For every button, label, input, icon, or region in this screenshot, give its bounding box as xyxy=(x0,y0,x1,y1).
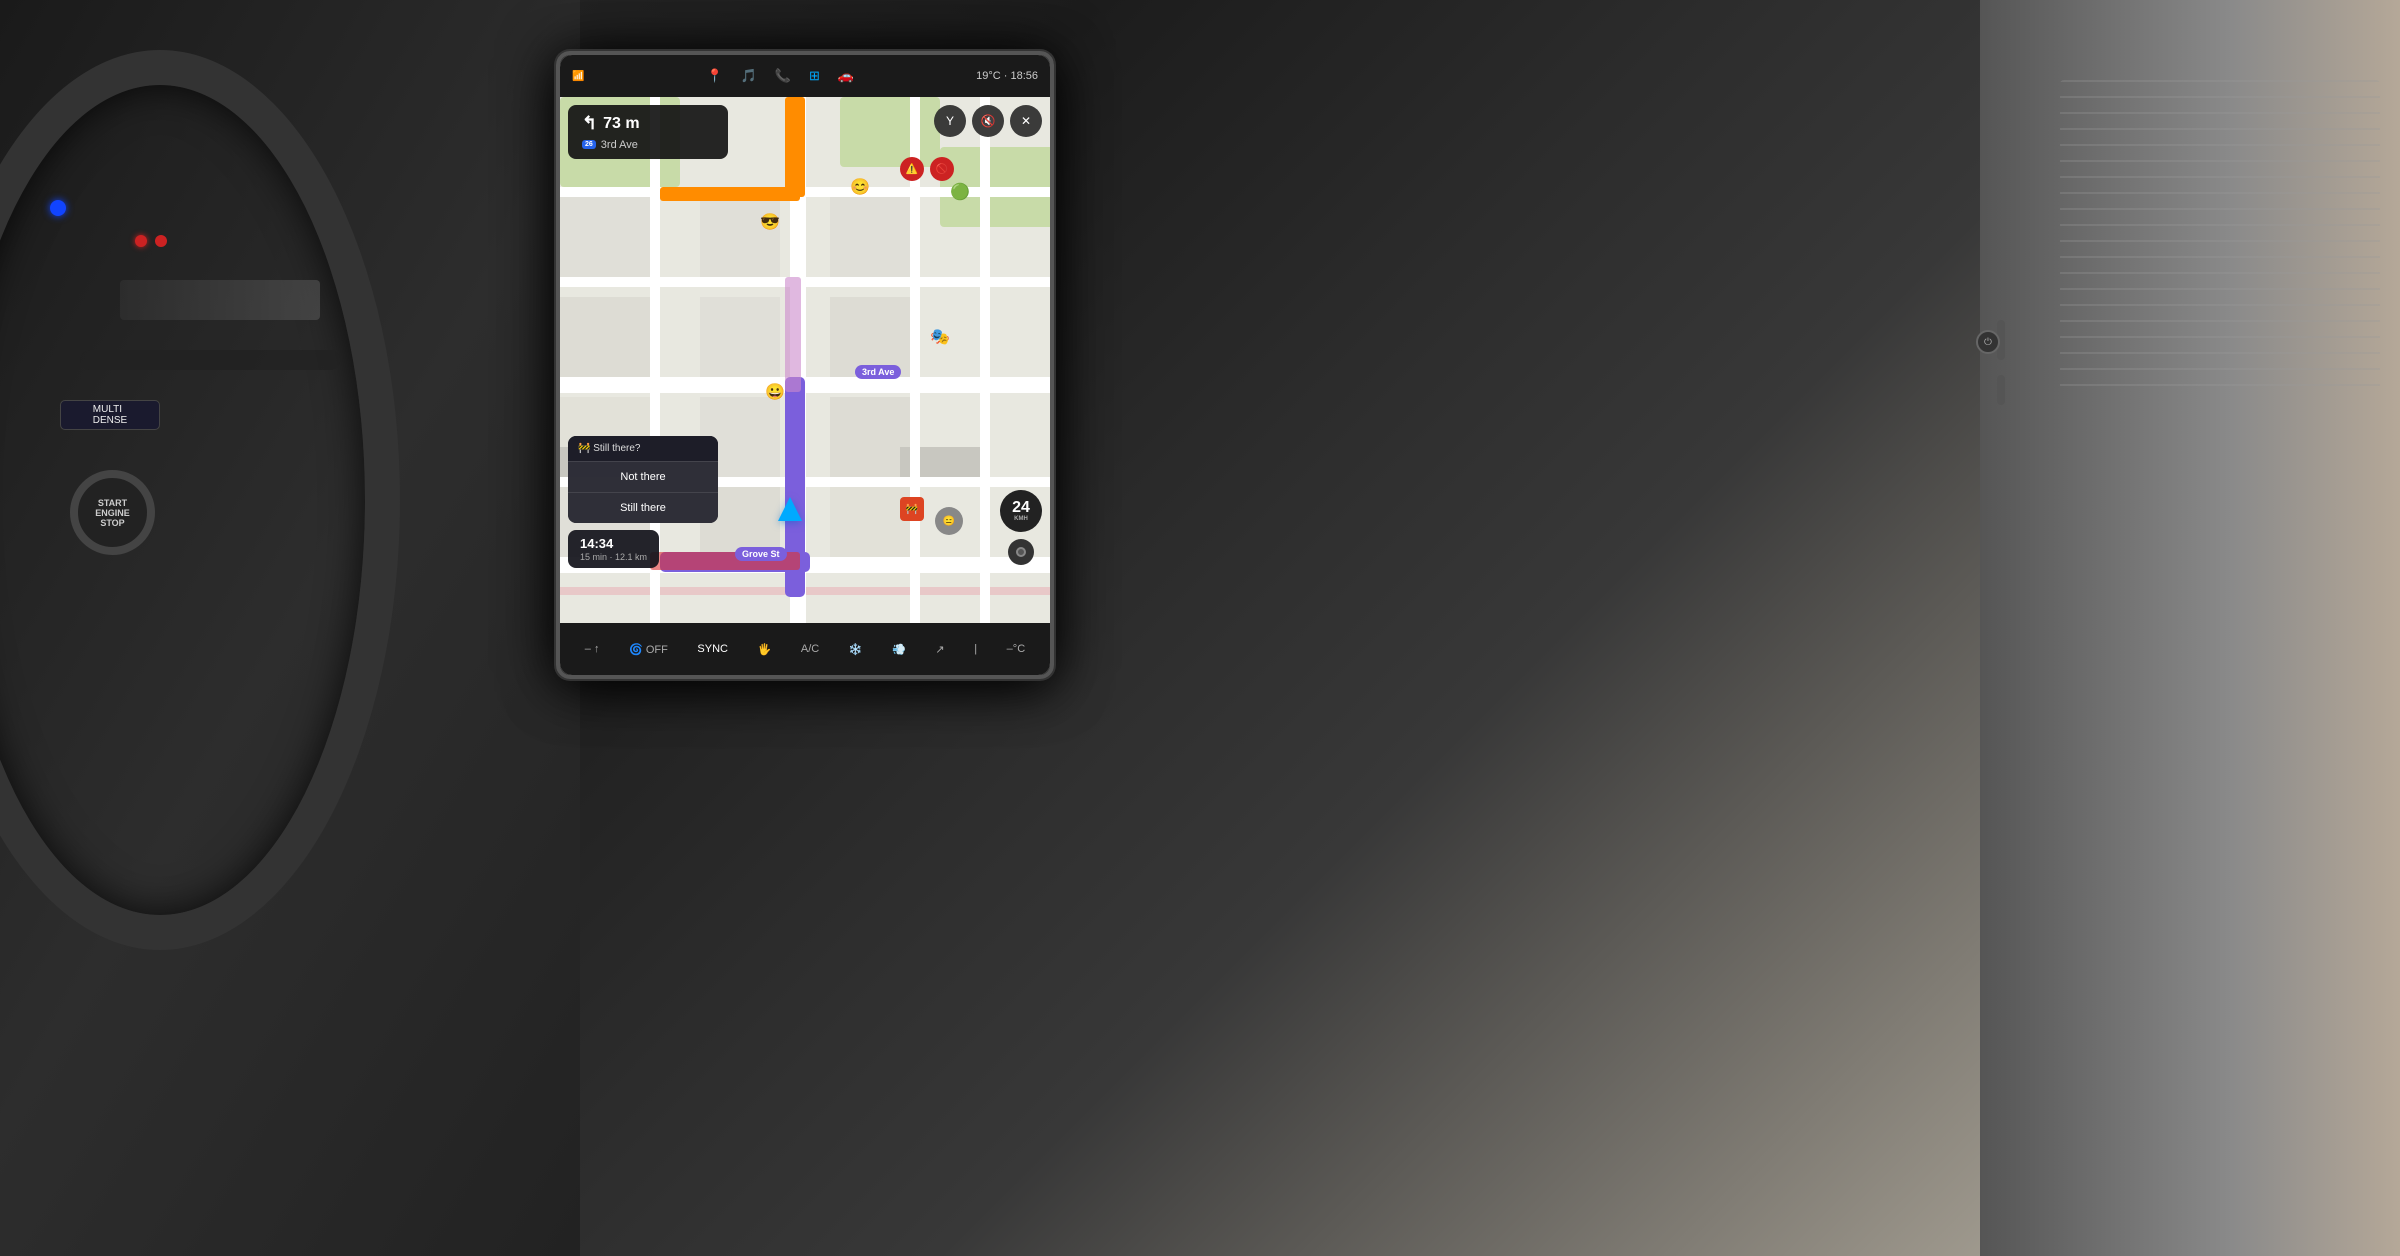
avatar-1: 😎 xyxy=(760,212,780,232)
route-orange-2 xyxy=(660,187,800,201)
map-area[interactable]: 3rd Ave Grove St 😎 😊 🟢 🎭 😀 ⚠️ 🚫 😑 🚧 xyxy=(560,97,1050,623)
right-panel: ⏻ xyxy=(1980,0,2400,1256)
bottom-control-bar: – ↑ 🌀 OFF SYNC 🖐 A/C ❄️ 💨 ↗ | –°C xyxy=(560,623,1050,675)
3rd-ave-label: 3rd Ave xyxy=(855,365,901,379)
steering-wheel xyxy=(0,50,400,950)
arrow-control[interactable]: ↗ xyxy=(935,643,944,656)
ac-control[interactable]: A/C xyxy=(801,643,819,655)
car-icon[interactable]: 🚗 xyxy=(838,68,854,84)
fan-control[interactable]: 💨 xyxy=(892,643,906,656)
seat-heat-control[interactable]: 🖐 xyxy=(758,643,772,656)
speed-unit: KMH xyxy=(1014,516,1028,522)
speed-value: 24 xyxy=(1012,500,1030,516)
music-icon[interactable]: 🎵 xyxy=(741,68,757,84)
location-icon[interactable]: 📍 xyxy=(706,68,722,84)
time-temperature: 19°C · 18:56 xyxy=(976,70,1038,82)
traffic-alert-3: 😑 xyxy=(935,507,963,535)
not-there-button[interactable]: Not there xyxy=(568,461,718,492)
still-there-title: 🚧 Still there? xyxy=(568,436,718,461)
incident-marker: 🚧 xyxy=(900,497,924,521)
current-position xyxy=(778,497,802,521)
car-interior: MULTIDENSE STARTENGINESTOP ⏻ 📶 📍 🎵 📞 xyxy=(0,0,2400,1256)
nav-distance-display: ↰ 73 m xyxy=(582,113,714,134)
temp-up-control[interactable]: –°C xyxy=(1007,643,1025,655)
nav-instruction: ↰ 73 m 26 3rd Ave xyxy=(568,105,728,159)
system-topbar: 📶 📍 🎵 📞 ⊞ 🚗 19°C · 18:56 xyxy=(560,55,1050,97)
avatar-2: 😊 xyxy=(850,177,870,197)
avatar-4: 🎭 xyxy=(930,327,950,347)
still-there-popup: 🚧 Still there? Not there Still there xyxy=(568,436,718,523)
speed-circle: 24 KMH xyxy=(1000,490,1042,532)
speed-dot[interactable] xyxy=(1008,539,1034,565)
recenter-button[interactable]: Y xyxy=(934,105,966,137)
street-name: 3rd Ave xyxy=(601,139,638,151)
apps-icon[interactable]: ⊞ xyxy=(809,68,820,84)
route-alt xyxy=(785,277,801,392)
infotainment-screen[interactable]: 📶 📍 🎵 📞 ⊞ 🚗 19°C · 18:56 xyxy=(560,55,1050,675)
grove-st-label: Grove St xyxy=(735,547,787,561)
close-button[interactable]: ✕ xyxy=(1010,105,1042,137)
screen-display: 📶 📍 🎵 📞 ⊞ 🚗 19°C · 18:56 xyxy=(560,55,1050,675)
phone-icon[interactable]: 📞 xyxy=(775,68,791,84)
street-v-4 xyxy=(980,97,990,623)
eta-details: 15 min · 12.1 km xyxy=(580,552,647,562)
dashboard-left: MULTIDENSE STARTENGINESTOP xyxy=(0,0,580,1256)
park-area-2 xyxy=(840,97,940,167)
eta-bar: 14:34 15 min · 12.1 km xyxy=(568,530,659,568)
mute-button[interactable]: 🔇 xyxy=(972,105,1004,137)
distance-value: 73 m xyxy=(603,115,639,133)
map-controls: Y 🔇 ✕ xyxy=(934,105,1042,137)
avatar-3: 🟢 xyxy=(950,182,970,202)
volume-down-button[interactable] xyxy=(1997,375,2005,405)
temp-down-control[interactable]: – ↑ xyxy=(585,643,600,655)
power-button[interactable]: ⏻ xyxy=(1976,330,2000,354)
separator: | xyxy=(974,643,977,655)
avatar-5: 😀 xyxy=(765,382,785,402)
still-there-button[interactable]: Still there xyxy=(568,492,718,523)
seat-cool-control[interactable]: ❄️ xyxy=(849,643,863,656)
traffic-alert-1: ⚠️ xyxy=(900,157,924,181)
eta-time: 14:34 xyxy=(580,536,647,551)
app-icons: 📍 🎵 📞 ⊞ 🚗 xyxy=(706,68,854,84)
turn-arrow-icon: ↰ xyxy=(582,113,597,134)
route-orange-1 xyxy=(785,97,805,197)
traffic-alert-2: 🚫 xyxy=(930,157,954,181)
signal-indicator: 📶 xyxy=(572,71,584,82)
road-badge: 26 xyxy=(582,140,596,149)
speed-indicator: 24 KMH xyxy=(1000,490,1042,565)
fan-off-control[interactable]: 🌀 OFF xyxy=(629,643,668,656)
sync-control[interactable]: SYNC xyxy=(697,643,728,655)
